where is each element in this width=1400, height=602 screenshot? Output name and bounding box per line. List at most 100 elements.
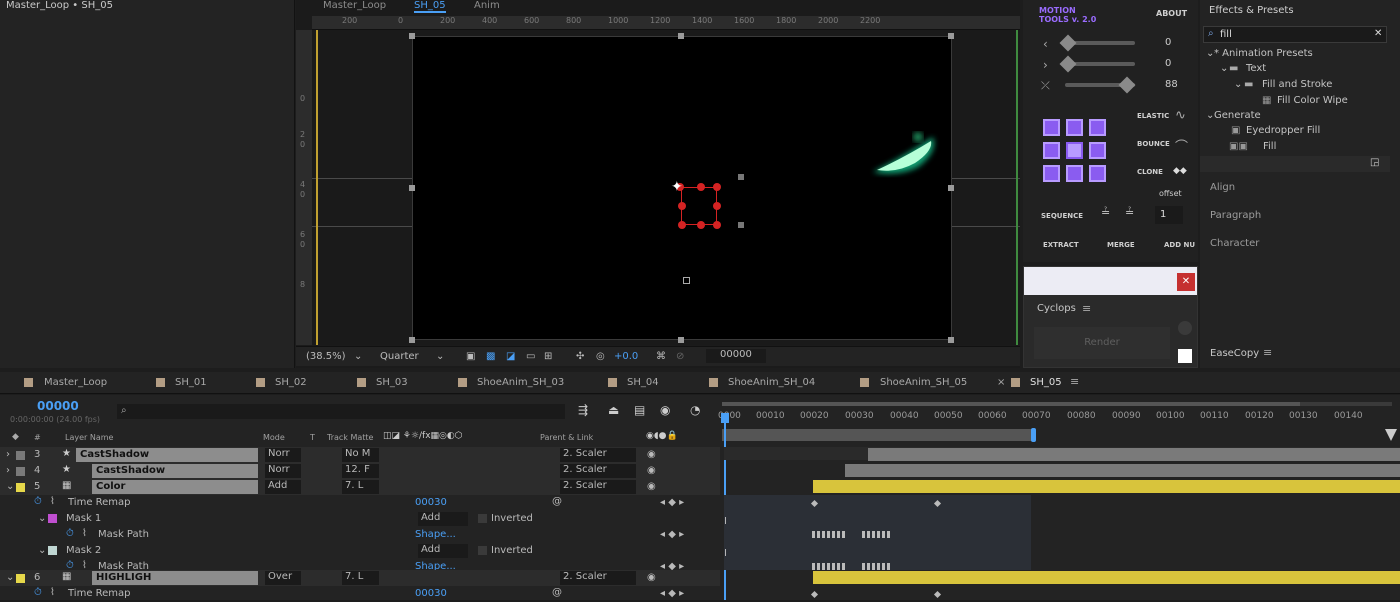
layer-row[interactable]: › 4 ★ CastShadow Norr 12. F 2. Scaler ◉ bbox=[0, 463, 720, 479]
work-area-end-handle[interactable] bbox=[1031, 428, 1036, 442]
property-row[interactable]: ⌄ Mask 1 Add Inverted bbox=[0, 511, 720, 527]
label-color-swatch[interactable] bbox=[16, 467, 25, 476]
sequence-reverse-icon[interactable]: ≟ bbox=[1125, 206, 1134, 219]
playhead-handle[interactable] bbox=[721, 413, 729, 423]
visibility-eye-icon[interactable]: ◉ bbox=[647, 449, 656, 460]
layer-handle[interactable] bbox=[948, 33, 954, 39]
expand-chevron-icon[interactable]: › bbox=[6, 465, 10, 476]
layer-handle[interactable] bbox=[409, 337, 415, 343]
clone-diamonds-icon[interactable]: ◆◆ bbox=[1173, 166, 1187, 176]
tab-shoeanim-sh05[interactable]: ShoeAnim_SH_05 bbox=[880, 377, 967, 388]
color-channels-icon[interactable]: ✣ bbox=[576, 351, 584, 362]
slider-knob[interactable] bbox=[1118, 76, 1136, 94]
add-null-button[interactable]: ADD NU bbox=[1164, 241, 1195, 249]
expand-chevron-icon[interactable]: ⌄ bbox=[38, 513, 46, 524]
current-time-field[interactable]: 00000 bbox=[706, 349, 766, 363]
mask-label[interactable]: Mask 1 bbox=[66, 513, 101, 524]
parent-select[interactable]: 2. Scaler bbox=[560, 464, 636, 478]
anchor-top-right-button[interactable] bbox=[1089, 119, 1106, 136]
composition-canvas[interactable]: ✦ bbox=[412, 36, 952, 340]
tab-sh04[interactable]: SH_04 bbox=[627, 377, 659, 388]
parent-select[interactable]: 2. Scaler bbox=[560, 571, 636, 585]
slider-knob[interactable] bbox=[1059, 55, 1077, 73]
layer-name[interactable]: CastShadow bbox=[92, 464, 258, 478]
time-remap-value[interactable]: 00030 bbox=[415, 497, 447, 508]
layer-handle[interactable] bbox=[409, 33, 415, 39]
mask-mode-select[interactable]: Add bbox=[418, 544, 468, 558]
stopwatch-icon[interactable]: ⏱ bbox=[66, 528, 74, 539]
anchor-bottom-button[interactable] bbox=[1066, 165, 1083, 182]
layer-name[interactable]: HIGHLIGH bbox=[92, 571, 258, 585]
col-layer-name[interactable]: Layer Name bbox=[65, 433, 113, 442]
expand-chevron-icon[interactable]: ⌄ bbox=[6, 481, 14, 492]
close-icon[interactable]: ✕ bbox=[1177, 273, 1195, 291]
layer-row[interactable]: ⌄ 5 ▦ Color Add 7. L 2. Scaler ◉ bbox=[0, 479, 720, 495]
zoom-select[interactable]: (38.5%) bbox=[306, 351, 346, 362]
comp-flowchart-icon[interactable]: ⇶ bbox=[578, 403, 588, 417]
graph-icon[interactable]: ⌇ bbox=[50, 587, 55, 598]
close-icon[interactable]: × bbox=[997, 377, 1005, 388]
tab-master-loop[interactable]: Master_Loop bbox=[44, 377, 107, 388]
property-row[interactable]: ⌄ Mask 2 Add Inverted bbox=[0, 543, 720, 559]
layer-row[interactable]: › 3 ★ CastShadow Norr No M 2. Scaler ◉ bbox=[0, 447, 720, 463]
frame-blending-icon[interactable]: ▤ bbox=[634, 403, 645, 417]
tree-fill-color-wipe[interactable]: Fill Color Wipe bbox=[1277, 95, 1348, 106]
anchor-center-button[interactable] bbox=[1066, 142, 1083, 159]
tab-shoeanim-sh03[interactable]: ShoeAnim_SH_03 bbox=[477, 377, 564, 388]
layer-handle[interactable] bbox=[738, 222, 744, 228]
stopwatch-icon[interactable]: ⏱ bbox=[34, 587, 42, 598]
elastic-wave-icon[interactable]: ∿ bbox=[1175, 108, 1186, 123]
transparency-grid-icon[interactable]: ▩ bbox=[486, 351, 495, 362]
pasteboard[interactable]: ✦ bbox=[312, 30, 1020, 345]
menu-icon[interactable]: ≡ bbox=[1070, 375, 1079, 388]
tab-sh03[interactable]: SH_03 bbox=[376, 377, 408, 388]
tab-sh01[interactable]: SH_01 bbox=[175, 377, 207, 388]
expand-chevron-icon[interactable]: › bbox=[6, 449, 10, 460]
tree-fill[interactable]: Fill bbox=[1263, 141, 1276, 152]
timeline-timecode[interactable]: 00000 bbox=[37, 399, 79, 413]
keyframe-cluster[interactable] bbox=[812, 563, 846, 570]
track-matte-select[interactable]: 12. F bbox=[342, 464, 379, 478]
stopwatch-icon[interactable]: ⏱ bbox=[34, 496, 42, 507]
work-area-range[interactable] bbox=[722, 402, 1300, 406]
tree-text-folder[interactable]: Text bbox=[1246, 63, 1266, 74]
graph-editor-icon[interactable]: ◔ bbox=[690, 403, 700, 417]
layer-handle[interactable] bbox=[738, 174, 744, 180]
layer-handle[interactable] bbox=[948, 337, 954, 343]
render-button[interactable]: Render bbox=[1034, 327, 1170, 359]
paragraph-panel-tab[interactable]: Paragraph bbox=[1210, 210, 1261, 221]
inverted-checkbox[interactable] bbox=[478, 514, 487, 523]
layer-handle[interactable] bbox=[948, 185, 954, 191]
keyframe-nav-icon[interactable]: ◂ ◆ ▸ bbox=[660, 529, 684, 540]
timeline-search-input[interactable]: ⌕ bbox=[117, 404, 565, 419]
chevron-down-icon[interactable]: ⌄ bbox=[354, 351, 362, 362]
menu-icon[interactable]: ≡ bbox=[1082, 302, 1091, 315]
visibility-eye-icon[interactable]: ◉ bbox=[647, 481, 656, 492]
property-row[interactable]: ⏱ ⌇ Mask Path Shape... ◂ ◆ ▸ bbox=[0, 527, 720, 543]
keyframe-cluster[interactable] bbox=[862, 563, 890, 570]
camera-icon[interactable]: ⌘ bbox=[656, 351, 666, 362]
layer-row[interactable]: ⌄ 6 ▦ HIGHLIGH Over 7. L 2. Scaler ◉ bbox=[0, 570, 720, 586]
blend-mode-select[interactable]: Norr bbox=[265, 448, 301, 462]
tab-master-loop[interactable]: Master_Loop bbox=[323, 0, 386, 11]
layer-handle[interactable] bbox=[409, 185, 415, 191]
sequence-button[interactable]: SEQUENCE bbox=[1041, 212, 1083, 220]
expand-chevron-icon[interactable]: ⌄ bbox=[38, 545, 46, 556]
layer-handle[interactable] bbox=[683, 277, 690, 284]
tab-sh05-active[interactable]: SH_05 bbox=[1030, 377, 1062, 388]
pickwhip-icon[interactable]: @ bbox=[552, 587, 562, 598]
layer-bar[interactable] bbox=[813, 571, 1400, 584]
graph-icon[interactable]: ⌇ bbox=[82, 528, 87, 539]
track-matte-select[interactable]: 7. L bbox=[342, 571, 379, 585]
label-color-swatch[interactable] bbox=[16, 451, 25, 460]
anchor-bottom-left-button[interactable] bbox=[1043, 165, 1060, 182]
guides-icon[interactable]: ▭ bbox=[526, 351, 535, 362]
mask-visibility-icon[interactable]: ◪ bbox=[506, 351, 515, 362]
blend-mode-select[interactable]: Over bbox=[265, 571, 301, 585]
easecopy-panel-tab[interactable]: EaseCopy bbox=[1210, 348, 1259, 359]
tab-anim[interactable]: Anim bbox=[474, 0, 500, 11]
tree-animation-presets[interactable]: * Animation Presets bbox=[1214, 48, 1313, 59]
ease-out-value[interactable]: 0 bbox=[1165, 58, 1171, 69]
merge-button[interactable]: MERGE bbox=[1107, 241, 1135, 249]
mask-label[interactable]: Mask 2 bbox=[66, 545, 101, 556]
